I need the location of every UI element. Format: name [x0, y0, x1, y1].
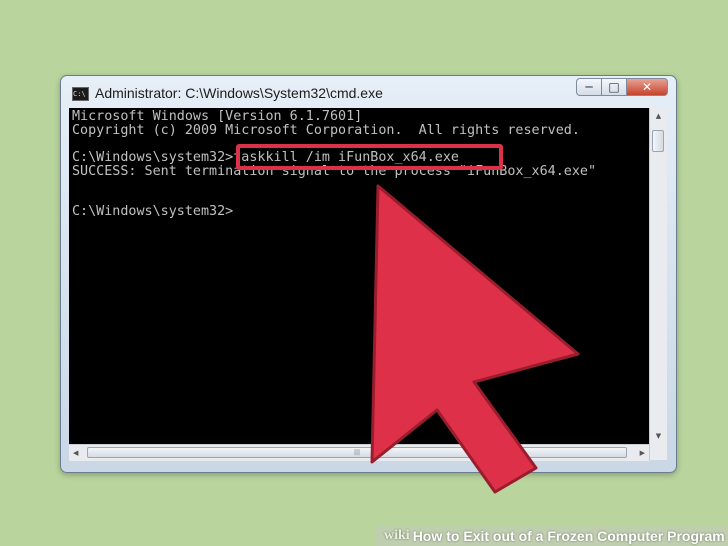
caption-how: How: [412, 528, 443, 544]
pointer-arrow-icon: [370, 184, 580, 494]
wikihow-caption: wiki How to Exit out of a Frozen Compute…: [376, 526, 728, 546]
caption-title: to Exit out of a Frozen Computer Program: [446, 528, 725, 544]
wiki-brand: wiki: [384, 528, 410, 543]
